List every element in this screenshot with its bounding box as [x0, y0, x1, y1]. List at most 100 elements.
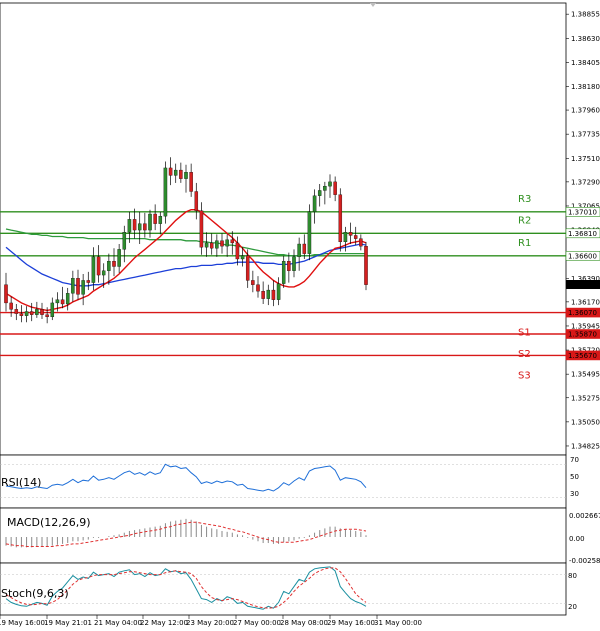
candle-body — [101, 270, 106, 276]
candle-body — [179, 169, 183, 179]
candle-body — [9, 302, 13, 310]
candle-body — [19, 313, 24, 316]
candle-body — [235, 242, 240, 260]
price-tick-label: 1.34825 — [571, 442, 600, 450]
candle-body — [189, 172, 193, 192]
candle-body — [184, 172, 188, 179]
candle-body — [328, 181, 332, 187]
candle-body — [153, 213, 157, 224]
price-tick-label: 1.35275 — [571, 394, 600, 402]
level-tag-text-r2: 1.36810 — [568, 230, 597, 238]
candle-body — [240, 255, 245, 260]
macd-tick-high: 0.002667 — [569, 512, 600, 520]
candle-body — [220, 240, 224, 247]
candle-body — [137, 223, 142, 231]
candle-body — [143, 223, 147, 231]
candle-body — [251, 280, 255, 285]
candle-body — [122, 232, 127, 250]
time-tick-label: 23 May 20:00 — [186, 619, 234, 627]
candle-body — [45, 314, 49, 318]
price-tags: 1.37010 1.36810 1.36600 1.36070 1.35870 1.356… — [565, 207, 600, 361]
time-tick-label: 27 May 00:00 — [233, 619, 281, 627]
candle-body — [287, 260, 291, 271]
price-tick-label: 1.38855 — [571, 11, 600, 19]
candle-body — [225, 239, 229, 247]
candle-body — [194, 191, 199, 211]
candle-body — [302, 243, 307, 254]
candle-body — [168, 167, 173, 176]
candle-body — [292, 256, 296, 271]
level-name-s1: S1 — [518, 328, 531, 339]
candle-body — [29, 311, 34, 315]
candle-body — [24, 311, 29, 316]
candle-body — [204, 242, 209, 248]
candle-body — [148, 213, 152, 231]
candle-body — [163, 167, 168, 217]
candle-body — [215, 240, 219, 249]
candle-body — [209, 242, 214, 249]
macd-tick-low: -0.002586 — [569, 557, 600, 565]
candle-body — [86, 280, 91, 283]
candle-body — [81, 280, 85, 295]
candle-body — [276, 283, 281, 300]
level-name-r3: R3 — [518, 194, 531, 205]
time-tick-label: 19 May 21:01 — [44, 619, 92, 627]
price-tick-label: 1.37960 — [571, 107, 600, 115]
candle-body — [256, 284, 260, 292]
candle-body — [338, 194, 343, 243]
forex-chart: R3 R2 R1 S1 S2 S3 1.38855 1.38630 1.38405 1.3818… — [0, 2, 600, 627]
rsi-tick-50: 50 — [570, 473, 579, 481]
current-price-text: 1.36332 — [568, 281, 597, 289]
candle-body — [348, 232, 353, 236]
level-name-s3: S3 — [518, 370, 531, 381]
candle-body — [4, 284, 8, 304]
candle-body — [312, 195, 317, 213]
candle-body — [132, 219, 137, 231]
candle-body — [65, 293, 70, 305]
candle-body — [281, 260, 286, 284]
time-tick-label: 31 May 00:00 — [374, 619, 422, 627]
time-tick-label: 19 May 16:00 — [0, 619, 45, 627]
price-tick-label: 1.36170 — [571, 298, 600, 306]
candle-body — [173, 169, 178, 176]
rsi-tick-30: 30 — [570, 490, 579, 498]
candle-body — [71, 278, 75, 294]
macd-tick-zero: 0.00 — [569, 535, 585, 543]
time-axis: 19 May 16:0019 May 21:01 21 May 04:0022 M… — [0, 615, 422, 627]
price-tick-label: 1.35495 — [571, 371, 600, 379]
candle-body — [343, 232, 348, 243]
level-tag-text-r3: 1.37010 — [568, 208, 597, 216]
candle-body — [323, 185, 327, 191]
level-name-s2: S2 — [518, 349, 531, 360]
time-tick-label: 29 May 16:00 — [327, 619, 375, 627]
level-tag-text-s1: 1.36070 — [568, 309, 597, 317]
candle-body — [76, 278, 80, 295]
rsi-title: RSI(14) — [1, 476, 41, 489]
rsi-panel — [0, 454, 567, 509]
candle-body — [91, 256, 96, 283]
candle-body — [40, 309, 44, 315]
candle-body — [353, 235, 358, 239]
stoch-title: Stoch(9,6,3) — [1, 587, 69, 600]
candle-body — [60, 299, 65, 305]
price-tick-label: 1.37510 — [571, 155, 600, 163]
candle-body — [230, 239, 235, 244]
candle-body — [307, 211, 312, 254]
candle-body — [127, 219, 132, 233]
time-tick-label: 22 May 12:00 — [140, 619, 188, 627]
level-tag-text-s2: 1.35870 — [568, 331, 597, 339]
candle-body — [96, 256, 101, 276]
candle-body — [50, 302, 55, 318]
price-tick-label: 1.38180 — [571, 83, 600, 91]
candle-body — [158, 215, 163, 224]
candle-body — [359, 238, 363, 247]
stoch-panel — [0, 562, 567, 616]
time-tick-label: 28 May 08:00 — [280, 619, 328, 627]
price-tick-label: 1.37290 — [571, 178, 600, 186]
price-tick-label: 1.37735 — [571, 131, 600, 139]
candle-body — [271, 289, 276, 300]
level-tag-text-r1: 1.36600 — [568, 252, 597, 260]
stoch-tick-20: 20 — [568, 603, 577, 611]
candle-body — [266, 289, 271, 299]
price-tick-label: 1.35050 — [571, 418, 600, 426]
